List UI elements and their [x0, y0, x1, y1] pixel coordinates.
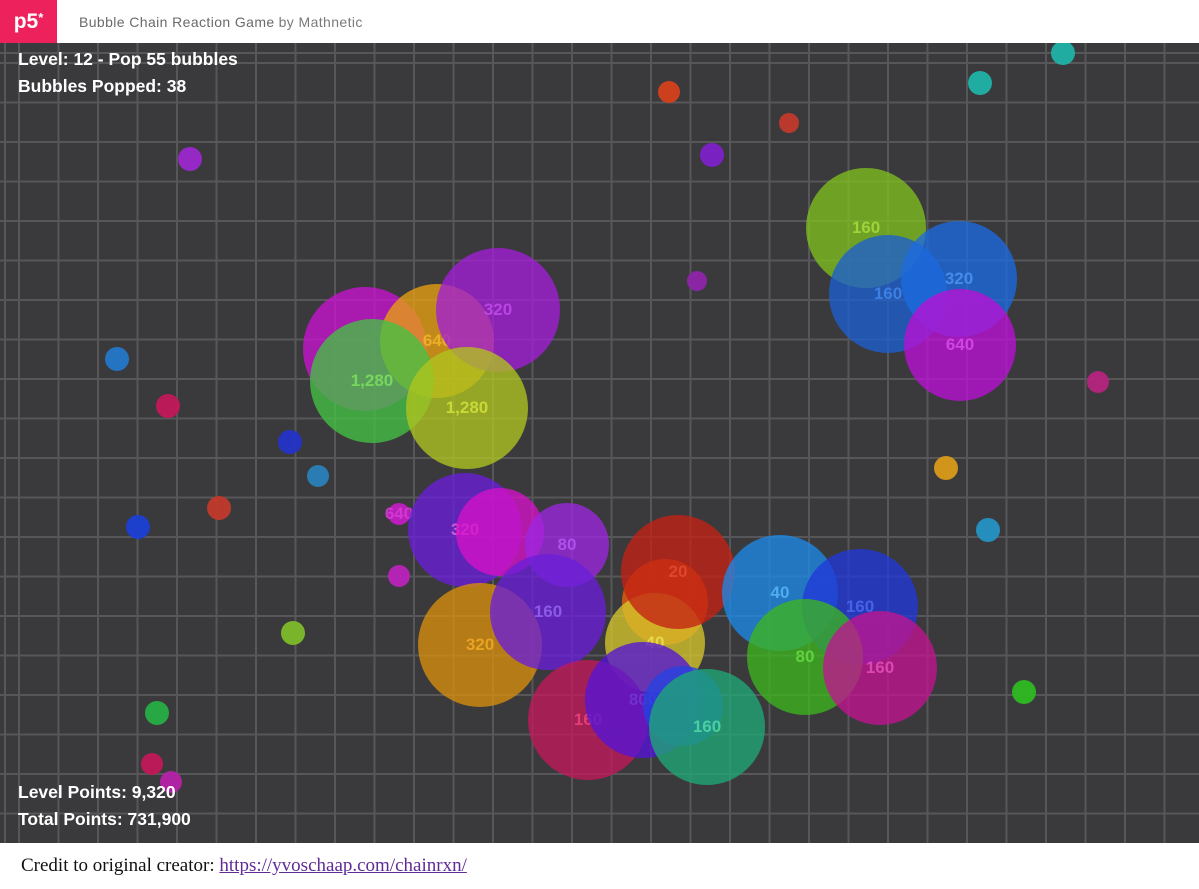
bubble[interactable]	[105, 347, 129, 371]
bubble[interactable]	[156, 394, 180, 418]
bubble[interactable]	[388, 565, 410, 587]
bubbles-popped-text: Bubbles Popped: 38	[18, 73, 238, 100]
bubble[interactable]	[1012, 680, 1036, 704]
bubble[interactable]: 20	[621, 515, 735, 629]
bubble-points-label: 20	[669, 562, 688, 582]
page-title: Bubble Chain Reaction Game	[79, 14, 275, 30]
bubble[interactable]: 1,280	[406, 347, 528, 469]
bubble[interactable]: 160	[823, 611, 937, 725]
bubble[interactable]	[687, 271, 707, 291]
p5js-logo[interactable]: p5*	[0, 0, 57, 43]
p5js-logo-text: p5	[14, 10, 39, 34]
bubble-points-label: 1,280	[351, 371, 394, 391]
bubble-points-label: 160	[866, 658, 894, 678]
bubble[interactable]	[145, 701, 169, 725]
bubble[interactable]	[1087, 371, 1109, 393]
bubble[interactable]	[968, 71, 992, 95]
bubble-points-label: 40	[771, 583, 790, 603]
bubble[interactable]	[141, 753, 163, 775]
level-points-text: Level Points: 9,320	[18, 779, 191, 806]
total-points-text: Total Points: 731,900	[18, 806, 191, 833]
hud-top: Level: 12 - Pop 55 bubbles Bubbles Poppe…	[18, 46, 238, 100]
bubble[interactable]	[1051, 43, 1075, 65]
bubble-points-label: 320	[466, 635, 494, 655]
footer-credit-bar: Credit to original creator: https://yvos…	[0, 843, 1199, 889]
game-canvas[interactable]: Level: 12 - Pop 55 bubbles Bubbles Poppe…	[0, 43, 1199, 843]
bubble[interactable]	[976, 518, 1000, 542]
bubble[interactable]: 640	[904, 289, 1016, 401]
bubble[interactable]	[700, 143, 724, 167]
bubble-points-label: 160	[874, 284, 902, 304]
page-byline: by Mathnetic	[279, 14, 363, 30]
bubble-points-label: 320	[945, 269, 973, 289]
bubble[interactable]: 640	[388, 503, 410, 525]
bubble-points-label: 320	[484, 300, 512, 320]
bubble-points-label: 160	[693, 717, 721, 737]
bubble-points-label: 160	[534, 602, 562, 622]
bubble[interactable]	[658, 81, 680, 103]
bubble[interactable]	[779, 113, 799, 133]
credit-prefix: Credit to original creator:	[21, 855, 219, 876]
credit-line: Credit to original creator: https://yvos…	[21, 855, 467, 877]
bubble-points-label: 80	[558, 535, 577, 555]
bubble-points-label: 80	[796, 647, 815, 667]
bubble[interactable]	[307, 465, 329, 487]
bubble-points-label: 1,280	[446, 398, 489, 418]
bubble[interactable]	[278, 430, 302, 454]
bubble[interactable]: 160	[649, 669, 765, 785]
title-wrap: Bubble Chain Reaction Game by Mathnetic	[79, 14, 363, 30]
level-goal-text: Level: 12 - Pop 55 bubbles	[18, 46, 238, 73]
bubble[interactable]	[126, 515, 150, 539]
credit-link[interactable]: https://yvoschaap.com/chainrxn/	[219, 855, 466, 876]
bubble[interactable]	[934, 456, 958, 480]
bubble-points-label: 640	[946, 335, 974, 355]
header-bar: p5* Bubble Chain Reaction Game by Mathne…	[0, 0, 1199, 43]
bubble[interactable]: 160	[490, 554, 606, 670]
hud-bottom: Level Points: 9,320 Total Points: 731,90…	[18, 779, 191, 833]
bubble[interactable]	[281, 621, 305, 645]
bubble[interactable]	[178, 147, 202, 171]
bubble[interactable]	[207, 496, 231, 520]
bubble-points-label: 160	[852, 218, 880, 238]
